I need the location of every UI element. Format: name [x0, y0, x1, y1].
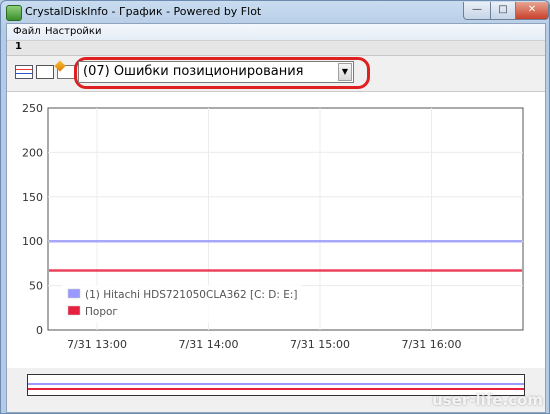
chart-icon[interactable]: [15, 65, 33, 79]
x-tick-label: 7/31 14:00: [179, 338, 239, 351]
menu-settings[interactable]: Настройки: [45, 26, 101, 37]
title-bar[interactable]: CrystalDiskInfo - График - Powered by Fl…: [1, 1, 549, 23]
tab-disk-1[interactable]: 1: [15, 41, 22, 52]
y-tick-label: 250: [22, 102, 43, 115]
attribute-select-value: (07) Ошибки позиционирования: [83, 64, 304, 79]
minimize-button[interactable]: —: [463, 2, 491, 20]
toolbar: (07) Ошибки позиционирования ▼: [7, 55, 545, 91]
y-tick-label: 150: [22, 191, 43, 204]
line-chart: 250 200 150 100 50 0 7/31 13:00 7/31 14:00 7/31 …: [22, 102, 524, 351]
legend-label-2: Порог: [85, 306, 118, 318]
y-tick-label: 50: [29, 280, 43, 293]
menu-file[interactable]: Файл: [13, 26, 41, 37]
watermark-text: user-life.com: [432, 391, 543, 409]
y-tick-label: 0: [36, 324, 43, 337]
legend-swatch-1: [67, 288, 81, 299]
legend-swatch-2: [67, 305, 81, 316]
crystaldiskinfo-icon: [6, 5, 22, 21]
x-tick-label: 7/31 16:00: [402, 338, 462, 351]
close-button[interactable]: ✕: [515, 2, 549, 20]
disk-tab-strip: 1: [7, 40, 545, 56]
chart-folder-icon[interactable]: [57, 65, 75, 79]
attribute-select[interactable]: (07) Ошибки позиционирования ▼: [78, 61, 354, 83]
x-tick-label: 7/31 15:00: [290, 338, 350, 351]
y-tick-label: 200: [22, 146, 43, 159]
maximize-button[interactable]: □: [490, 2, 516, 20]
x-tick-label: 7/31 13:00: [67, 338, 127, 351]
window-title: CrystalDiskInfo - График - Powered by Fl…: [25, 5, 262, 18]
menu-bar: Файл Настройки: [7, 24, 545, 40]
chart-area: 250 200 150 100 50 0 7/31 13:00 7/31 14:00 7/31 …: [7, 91, 545, 368]
y-tick-label: 100: [22, 235, 43, 248]
client-area: Файл Настройки 1 (07) Ошибки позициониро…: [6, 23, 546, 413]
dropdown-arrow-icon[interactable]: ▼: [338, 63, 352, 81]
blank-icon[interactable]: [36, 65, 54, 79]
legend-label-1: (1) Hitachi HDS721050CLA362 [C: D: E:]: [85, 289, 298, 301]
app-window: CrystalDiskInfo - График - Powered by Fl…: [0, 0, 550, 414]
